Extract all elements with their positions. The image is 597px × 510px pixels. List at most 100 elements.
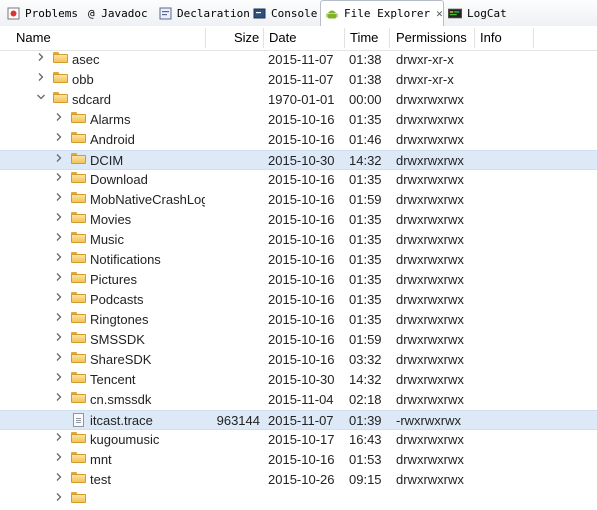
chevron-right-icon[interactable] bbox=[54, 352, 64, 362]
chevron-right-icon[interactable] bbox=[54, 372, 64, 382]
chevron-right-icon[interactable] bbox=[54, 172, 64, 182]
chevron-right-icon[interactable] bbox=[54, 132, 64, 142]
table-row[interactable]: test 2015-10-26 09:15 drwxrwxrwx bbox=[0, 470, 597, 490]
file-time: 01:35 bbox=[349, 232, 382, 247]
file-name: Pictures bbox=[90, 272, 137, 287]
chevron-right-icon[interactable] bbox=[54, 432, 64, 442]
table-row[interactable]: mnt 2015-10-16 01:53 drwxrwxrwx bbox=[0, 450, 597, 470]
folder-icon bbox=[53, 92, 68, 103]
file-permissions: drwxrwxrwx bbox=[396, 292, 464, 307]
table-row[interactable]: Movies 2015-10-16 01:35 drwxrwxrwx bbox=[0, 210, 597, 230]
file-date: 2015-10-26 bbox=[268, 472, 335, 487]
tab-problems[interactable]: Problems bbox=[6, 2, 78, 24]
folder-icon bbox=[71, 232, 86, 243]
column-divider[interactable] bbox=[474, 28, 475, 48]
chevron-right-icon[interactable] bbox=[54, 292, 64, 302]
file-date: 2015-10-16 bbox=[268, 332, 335, 347]
file-permissions: drwxrwxrwx bbox=[396, 132, 464, 147]
table-row[interactable]: itcast.trace 963144 2015-11-07 01:39 -rwxrwx… bbox=[0, 410, 597, 430]
table-row[interactable]: cn.smssdk 2015-11-04 02:18 drwxrwxrwx bbox=[0, 390, 597, 410]
column-header-info[interactable]: Info bbox=[480, 30, 502, 45]
file-permissions: drwxrwxrwx bbox=[396, 392, 464, 407]
table-row[interactable]: Download 2015-10-16 01:35 drwxrwxrwx bbox=[0, 170, 597, 190]
table-row[interactable]: Alarms 2015-10-16 01:35 drwxrwxrwx bbox=[0, 110, 597, 130]
close-icon[interactable]: ✕ bbox=[436, 7, 443, 20]
chevron-right-icon[interactable] bbox=[36, 72, 46, 82]
table-row[interactable] bbox=[0, 490, 597, 510]
file-time: 09:15 bbox=[349, 472, 382, 487]
chevron-right-icon[interactable] bbox=[54, 452, 64, 462]
chevron-right-icon[interactable] bbox=[54, 212, 64, 222]
chevron-right-icon[interactable] bbox=[54, 492, 64, 502]
folder-icon bbox=[71, 312, 86, 323]
file-time: 03:32 bbox=[349, 352, 382, 367]
file-permissions: drwxr-xr-x bbox=[396, 52, 454, 67]
chevron-right-icon[interactable] bbox=[54, 332, 64, 342]
column-divider[interactable] bbox=[344, 28, 345, 48]
file-name: obb bbox=[72, 72, 94, 87]
tab-logcat[interactable]: LogCat bbox=[448, 2, 507, 24]
chevron-right-icon[interactable] bbox=[54, 392, 64, 402]
tab-javadoc[interactable]: @ Javadoc bbox=[88, 2, 148, 24]
column-header-date[interactable]: Date bbox=[269, 30, 296, 45]
file-date: 2015-10-17 bbox=[268, 432, 335, 447]
table-row[interactable]: kugoumusic 2015-10-17 16:43 drwxrwxrwx bbox=[0, 430, 597, 450]
table-row[interactable]: Pictures 2015-10-16 01:35 drwxrwxrwx bbox=[0, 270, 597, 290]
table-row[interactable]: obb 2015-11-07 01:38 drwxr-xr-x bbox=[0, 70, 597, 90]
chevron-right-icon[interactable] bbox=[54, 112, 64, 122]
table-row[interactable]: Music 2015-10-16 01:35 drwxrwxrwx bbox=[0, 230, 597, 250]
chevron-right-icon[interactable] bbox=[54, 312, 64, 322]
file-date: 2015-10-16 bbox=[268, 212, 335, 227]
chevron-right-icon[interactable] bbox=[54, 472, 64, 482]
chevron-down-icon[interactable] bbox=[36, 92, 46, 102]
column-header-name[interactable]: Name bbox=[16, 30, 51, 45]
table-row[interactable]: Podcasts 2015-10-16 01:35 drwxrwxrwx bbox=[0, 290, 597, 310]
table-row[interactable]: Notifications 2015-10-16 01:35 drwxrwxrwx bbox=[0, 250, 597, 270]
table-row[interactable]: Tencent 2015-10-30 14:32 drwxrwxrwx bbox=[0, 370, 597, 390]
file-permissions: drwxrwxrwx bbox=[396, 312, 464, 327]
table-row[interactable]: MobNativeCrashLog 2015-10-16 01:59 drwxrwxr… bbox=[0, 190, 597, 210]
chevron-right-icon[interactable] bbox=[54, 232, 64, 242]
chevron-right-icon[interactable] bbox=[54, 153, 64, 163]
file-time: 01:35 bbox=[349, 112, 382, 127]
logcat-icon bbox=[448, 6, 462, 20]
file-time: 01:38 bbox=[349, 72, 382, 87]
file-time: 14:32 bbox=[349, 372, 382, 387]
chevron-right-icon[interactable] bbox=[36, 52, 46, 62]
file-permissions: drwxrwxrwx bbox=[396, 352, 464, 367]
table-row[interactable]: DCIM 2015-10-30 14:32 drwxrwxrwx bbox=[0, 150, 597, 170]
tab-file-explorer[interactable]: File Explorer ✕ bbox=[320, 0, 444, 26]
column-header-time[interactable]: Time bbox=[350, 30, 378, 45]
file-time: 01:35 bbox=[349, 252, 382, 267]
folder-icon bbox=[71, 132, 86, 143]
table-row[interactable]: Android 2015-10-16 01:46 drwxrwxrwx bbox=[0, 130, 597, 150]
tab-console[interactable]: Console bbox=[252, 2, 317, 24]
table-row[interactable]: ShareSDK 2015-10-16 03:32 drwxrwxrwx bbox=[0, 350, 597, 370]
file-name: test bbox=[90, 472, 111, 487]
file-date: 2015-10-16 bbox=[268, 272, 335, 287]
folder-icon bbox=[71, 192, 86, 203]
folder-icon bbox=[71, 272, 86, 283]
chevron-right-icon[interactable] bbox=[54, 252, 64, 262]
file-name: Alarms bbox=[90, 112, 131, 127]
column-divider[interactable] bbox=[263, 28, 264, 48]
table-row[interactable]: SMSSDK 2015-10-16 01:59 drwxrwxrwx bbox=[0, 330, 597, 350]
chevron-right-icon[interactable] bbox=[54, 272, 64, 282]
file-icon bbox=[73, 413, 84, 427]
file-name: mnt bbox=[90, 452, 112, 467]
chevron-right-icon[interactable] bbox=[54, 192, 64, 202]
column-header-size[interactable]: Size bbox=[234, 30, 259, 45]
tab-label: File Explorer bbox=[344, 7, 431, 20]
file-date: 2015-10-16 bbox=[268, 292, 335, 307]
file-date: 2015-10-16 bbox=[268, 132, 335, 147]
tab-declaration[interactable]: Declaration bbox=[158, 2, 250, 24]
table-row[interactable]: sdcard 1970-01-01 00:00 drwxrwxrwx bbox=[0, 90, 597, 110]
tab-label: Problems bbox=[25, 6, 78, 20]
column-header-permissions[interactable]: Permissions bbox=[396, 30, 467, 45]
file-time: 01:59 bbox=[349, 332, 382, 347]
column-divider[interactable] bbox=[205, 28, 206, 48]
table-row[interactable]: Ringtones 2015-10-16 01:35 drwxrwxrwx bbox=[0, 310, 597, 330]
table-row[interactable]: asec 2015-11-07 01:38 drwxr-xr-x bbox=[0, 50, 597, 70]
column-divider[interactable] bbox=[533, 28, 534, 48]
column-divider[interactable] bbox=[389, 28, 390, 48]
